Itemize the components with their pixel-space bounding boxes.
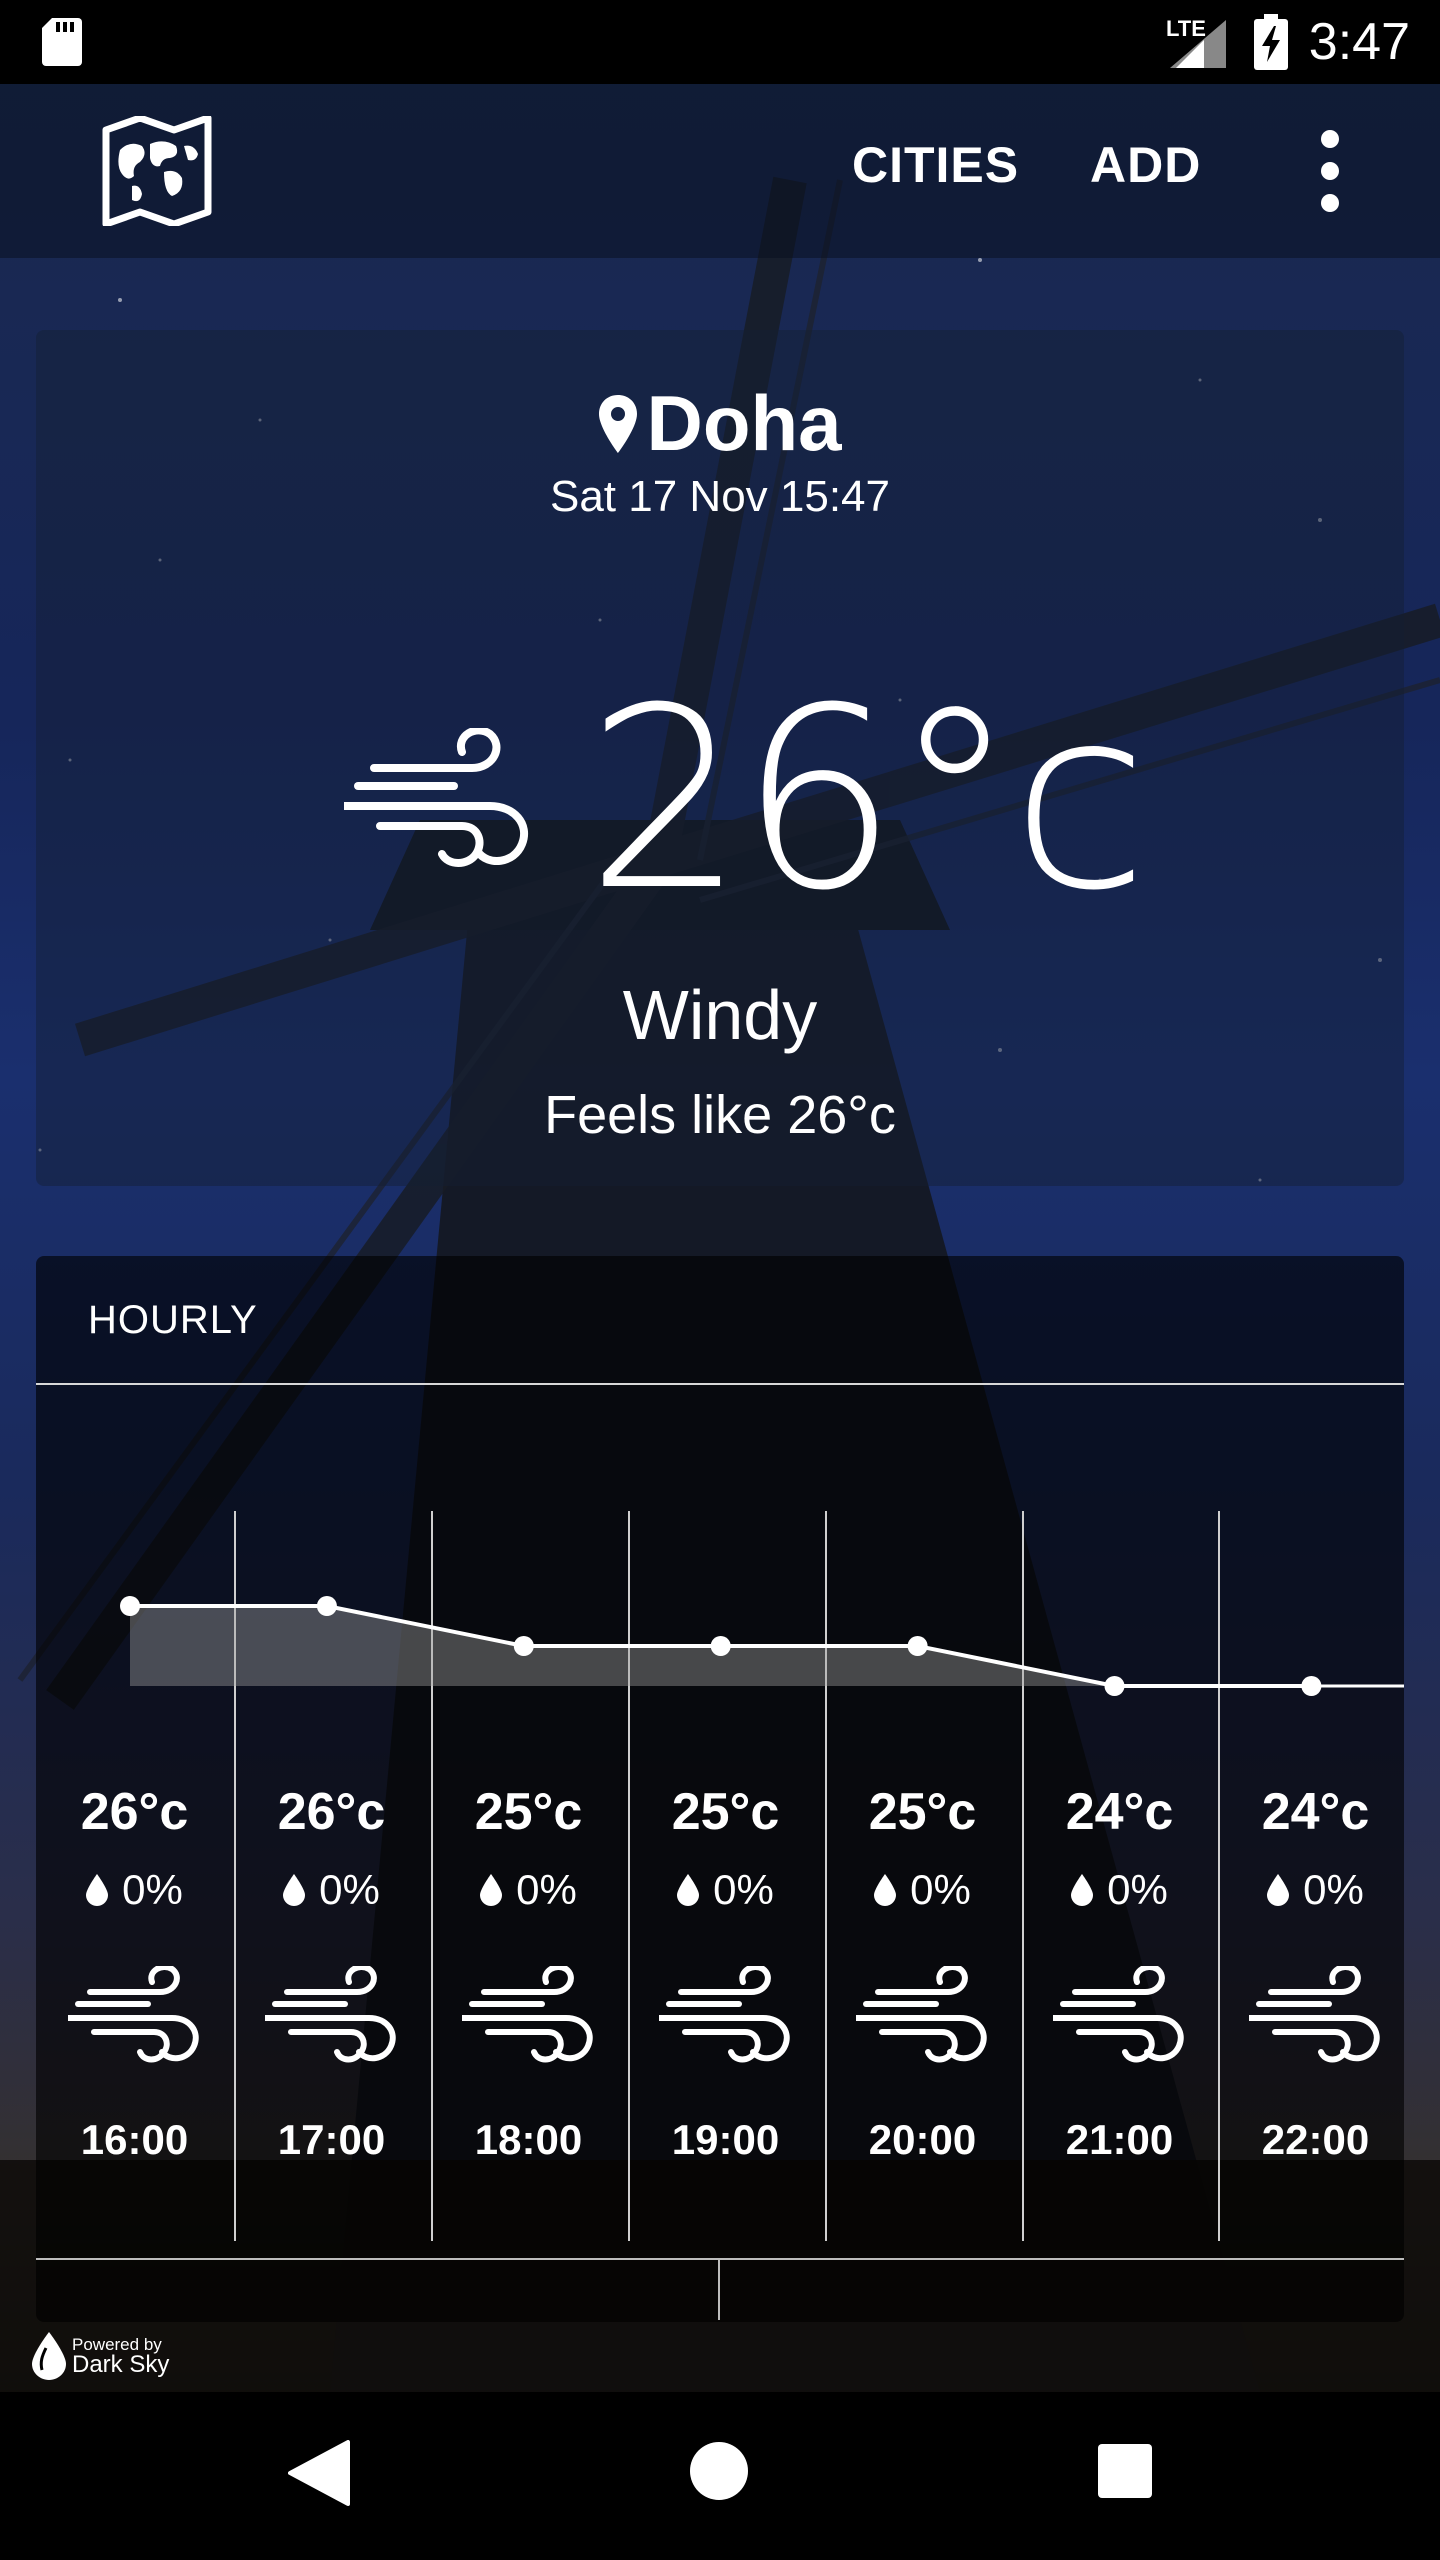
hourly-temp: 26°c <box>80 1783 189 1841</box>
hourly-time: 21:00 <box>1065 2116 1174 2163</box>
location-row: Doha <box>36 378 1404 469</box>
raindrop-icon <box>1071 1874 1094 1906</box>
hourly-precip: 0% <box>36 1866 233 1914</box>
dark-sky-logo-icon <box>32 2332 66 2380</box>
signal-icon <box>1170 20 1226 68</box>
hourly-temp: 26°c <box>277 1783 386 1841</box>
current-datetime: Sat 17 Nov 15:47 <box>549 472 890 521</box>
wind-icon <box>65 1963 200 2070</box>
powered-by-label: Powered by <box>72 2334 162 2354</box>
back-icon[interactable] <box>288 2440 350 2506</box>
hourly-time: 18:00 <box>474 2116 583 2163</box>
hourly-time: 22:00 <box>1261 2116 1370 2163</box>
hourly-precip: 0% <box>824 1866 1021 1914</box>
wind-icon <box>459 1963 594 2070</box>
divider <box>718 2260 720 2320</box>
cities-button[interactable]: CITIES <box>852 136 1019 194</box>
hourly-temp: 24°c <box>1261 1783 1370 1841</box>
weather-condition: Windy <box>622 976 818 1054</box>
current-weather-card: Doha Sat 17 Nov 15:47 26°c Windy Feels l… <box>36 330 1404 1186</box>
hourly-temp: 25°c <box>868 1783 977 1841</box>
hourly-temp: 25°c <box>474 1783 583 1841</box>
raindrop-icon <box>480 1874 503 1906</box>
add-button[interactable]: ADD <box>1090 136 1201 194</box>
world-map-icon[interactable] <box>102 116 212 226</box>
divider <box>36 2258 1404 2260</box>
raindrop-icon <box>86 1874 109 1906</box>
hourly-precip: 0% <box>430 1866 627 1914</box>
home-icon[interactable] <box>690 2442 748 2500</box>
hourly-precip: 0% <box>1217 1866 1414 1914</box>
hourly-time: 16:00 <box>80 2116 189 2163</box>
hourly-temp: 25°c <box>671 1783 780 1841</box>
feels-like-text: Feels like 26°c <box>544 1085 896 1145</box>
app-bar: CITIES ADD <box>0 84 1440 258</box>
wind-icon <box>853 1963 988 2070</box>
navigation-bar <box>0 2392 1440 2560</box>
dark-sky-label: Dark Sky <box>72 2350 170 2378</box>
hourly-precip: 0% <box>627 1866 824 1914</box>
hourly-time: 20:00 <box>868 2116 977 2163</box>
sd-card-icon <box>42 18 82 66</box>
hourly-temp: 24°c <box>1065 1783 1174 1841</box>
raindrop-icon <box>874 1874 897 1906</box>
wind-icon <box>262 1963 397 2070</box>
raindrop-icon <box>283 1874 306 1906</box>
raindrop-icon <box>677 1874 700 1906</box>
hourly-forecast-card: HOURLY 26°c 0% 16:00 26°c 0% 17:00 25°c 0% 18:00… <box>36 1256 1404 2322</box>
current-temperature: 26°c <box>586 654 1149 945</box>
wind-icon <box>656 1963 791 2070</box>
hourly-columns: 26°c 0% 16:00 26°c 0% 17:00 25°c 0% 18:00 25°c 0% 1… <box>36 1256 1404 2256</box>
status-time: 3:47 <box>1308 13 1410 71</box>
wind-icon <box>1050 1963 1185 2070</box>
wind-icon <box>1246 1963 1381 2070</box>
battery-charging-icon <box>1254 14 1288 70</box>
location-pin-icon <box>598 394 637 453</box>
status-bar: LTE 3:47 <box>0 0 1440 84</box>
hourly-precip: 0% <box>1021 1866 1218 1914</box>
wind-icon <box>344 728 528 867</box>
hourly-precip: 0% <box>233 1866 430 1914</box>
raindrop-icon <box>1267 1874 1290 1906</box>
recents-icon[interactable] <box>1098 2444 1152 2498</box>
powered-by-dark-sky[interactable]: Powered by Dark Sky <box>32 2332 169 2380</box>
more-vertical-icon[interactable] <box>1310 130 1350 220</box>
city-name: Doha <box>646 379 842 467</box>
hourly-time: 17:00 <box>277 2116 386 2163</box>
hourly-time: 19:00 <box>671 2116 780 2163</box>
